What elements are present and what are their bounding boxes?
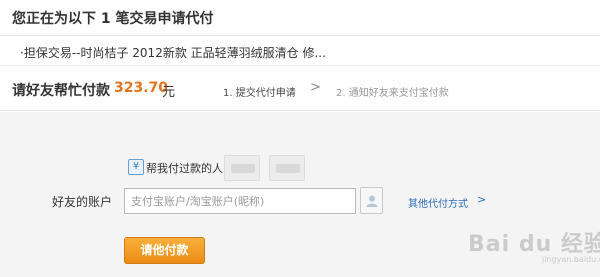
trade-item-row: ·担保交易--时尚桔子 2012新款 正品轻薄羽绒服清仓 修... xyxy=(0,36,600,66)
other-payment-methods-link[interactable]: 其他代付方式 xyxy=(408,195,468,210)
step-arrow: > xyxy=(310,80,321,95)
contact-book-button[interactable] xyxy=(360,187,383,214)
steps-bar: 请好友帮忙付款 323.70 元 1. 提交代付申请 > 2. 通知好友来支付宝… xyxy=(0,67,600,111)
section-heading: 请好友帮忙付款 xyxy=(12,83,110,99)
trade-item-description[interactable]: ·担保交易--时尚桔子 2012新款 正品轻薄羽绒服清仓 修... xyxy=(20,44,326,61)
contact-book-icon xyxy=(366,195,378,207)
page-header: 您正在为以下 1 笔交易申请代付 xyxy=(0,0,600,36)
step-submit-request: 1. 提交代付申请 xyxy=(223,88,296,99)
past-payers-label: 帮我付过款的人: xyxy=(146,162,227,175)
friend-account-label: 好友的账户 xyxy=(52,195,113,209)
other-payment-arrow-icon[interactable]: > xyxy=(477,193,486,206)
baidu-watermark: Bai du 经验 jingyan.baidu.com xyxy=(468,222,600,266)
currency-label: 元 xyxy=(162,85,176,100)
step-notify-friend: 2. 通知好友来支付宝付款 xyxy=(336,88,449,99)
watermark-url: jingyan.baidu.com xyxy=(542,255,600,264)
request-payment-button[interactable]: 请他付款 xyxy=(124,237,205,264)
payment-amount: 323.70 xyxy=(114,80,169,96)
watermark-text: Bai du 经验 xyxy=(468,232,600,257)
past-payer-chip[interactable] xyxy=(269,155,305,181)
yuan-icon: ¥ xyxy=(128,159,144,175)
past-payer-chip[interactable] xyxy=(224,155,260,181)
friend-account-input[interactable] xyxy=(124,188,356,214)
page-title: 您正在为以下 1 笔交易申请代付 xyxy=(12,11,214,27)
